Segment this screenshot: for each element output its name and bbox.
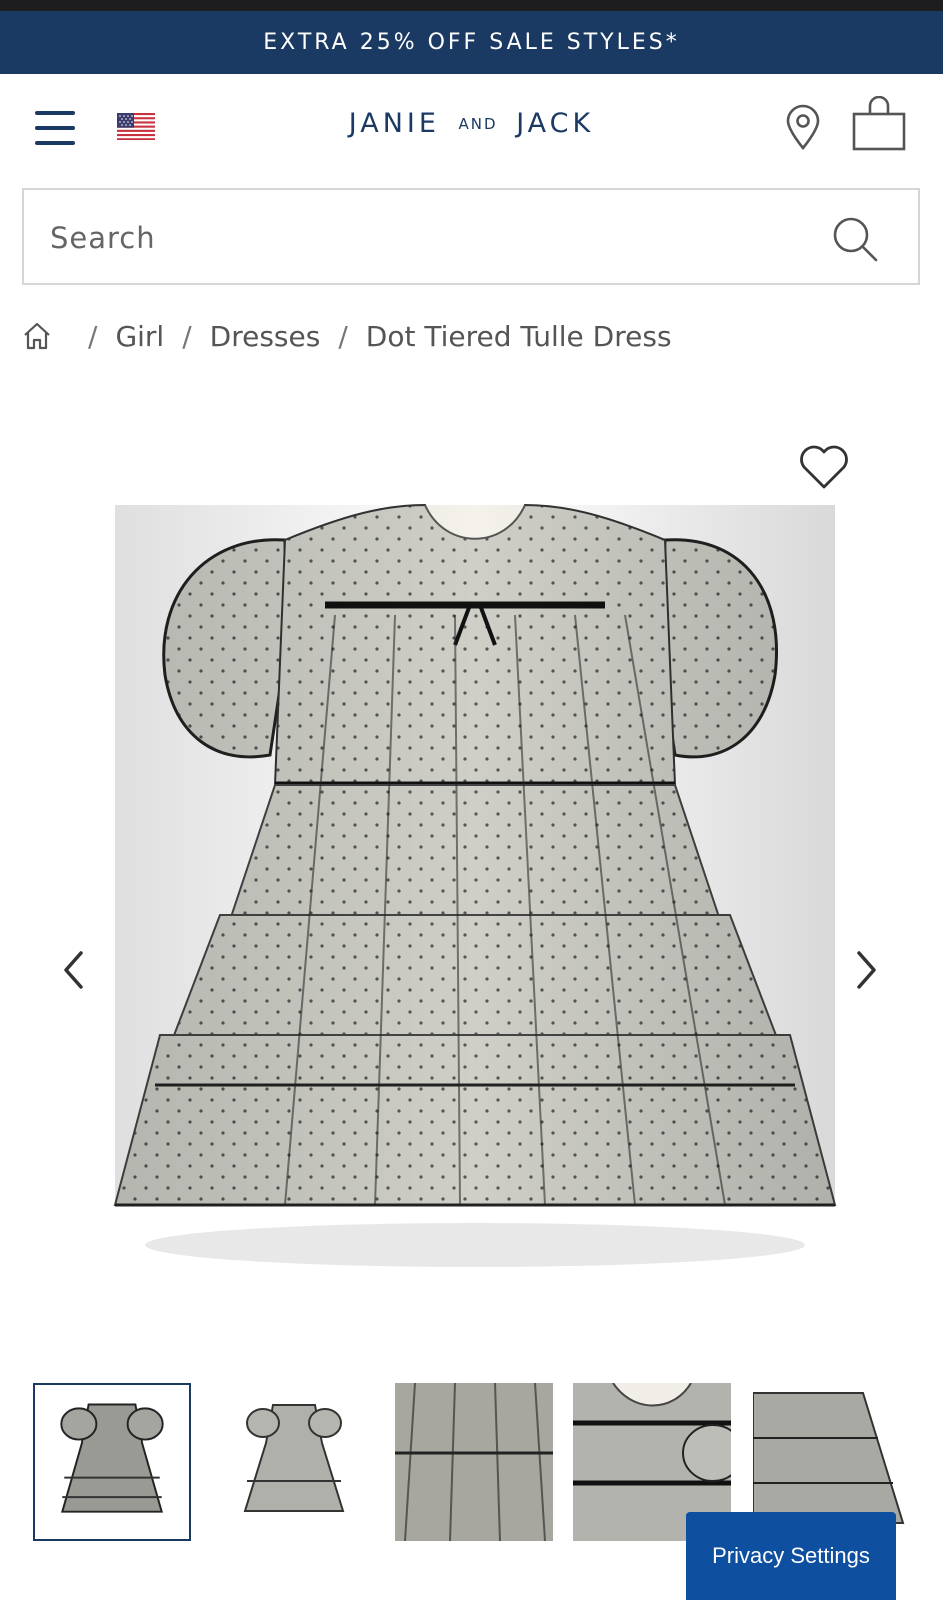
search-icon[interactable] bbox=[832, 216, 878, 262]
breadcrumb-separator: / bbox=[338, 319, 348, 353]
home-icon[interactable] bbox=[22, 321, 52, 351]
site-header: JANIE AND JACK bbox=[0, 74, 943, 186]
logo-jack: JACK bbox=[516, 108, 595, 139]
search-input[interactable] bbox=[50, 210, 810, 265]
product-gallery bbox=[0, 405, 943, 1335]
search-bar bbox=[22, 188, 920, 285]
breadcrumb-dresses[interactable]: Dresses bbox=[210, 320, 321, 353]
status-strip bbox=[0, 0, 943, 11]
promo-banner[interactable]: EXTRA 25% OFF SALE STYLES* bbox=[0, 11, 943, 74]
location-pin-icon[interactable] bbox=[783, 104, 823, 150]
thumbnail-1[interactable] bbox=[33, 1383, 191, 1541]
breadcrumb-girl[interactable]: Girl bbox=[115, 320, 164, 353]
heart-icon[interactable] bbox=[798, 443, 850, 491]
shopping-bag-icon[interactable] bbox=[851, 96, 907, 152]
breadcrumb: / Girl / Dresses / Dot Tiered Tulle Dres… bbox=[22, 312, 672, 360]
privacy-settings-button[interactable]: Privacy Settings bbox=[686, 1512, 896, 1600]
thumbnail-3[interactable] bbox=[395, 1383, 553, 1541]
breadcrumb-current: Dot Tiered Tulle Dress bbox=[365, 319, 672, 353]
chevron-left-icon[interactable] bbox=[54, 945, 94, 995]
logo-and: AND bbox=[458, 115, 498, 133]
promo-text: EXTRA 25% OFF SALE STYLES* bbox=[263, 30, 680, 55]
chevron-right-icon[interactable] bbox=[846, 945, 886, 995]
breadcrumb-separator: / bbox=[182, 319, 192, 353]
breadcrumb-separator: / bbox=[88, 319, 98, 353]
product-image[interactable] bbox=[85, 445, 865, 1305]
logo-janie: JANIE bbox=[348, 108, 440, 139]
thumbnail-2[interactable] bbox=[215, 1383, 373, 1541]
